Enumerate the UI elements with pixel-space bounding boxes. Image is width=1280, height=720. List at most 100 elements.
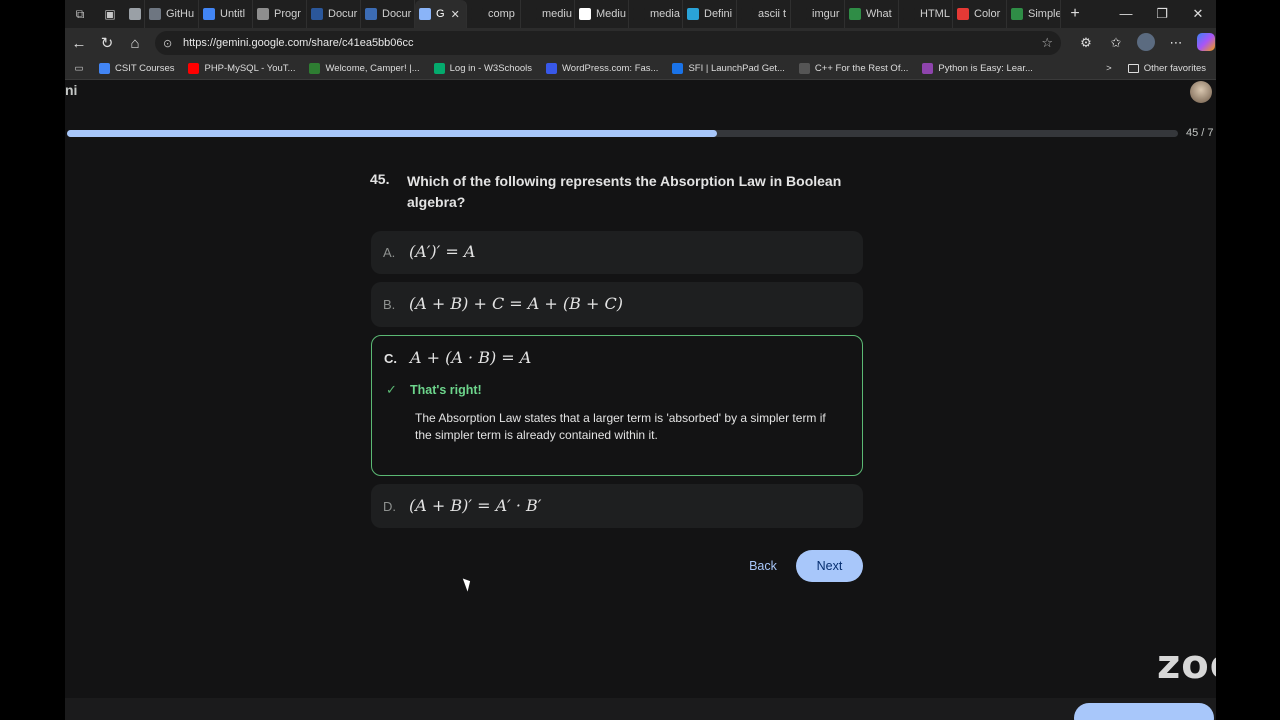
tab-16[interactable]: Color [953, 0, 1007, 28]
restore-icon[interactable]: ❐ [1144, 6, 1180, 22]
tab-11[interactable]: Defini [683, 0, 737, 28]
tab-label: Progr [274, 8, 301, 20]
profile-icon[interactable] [1131, 32, 1161, 54]
next-button[interactable]: Next [796, 550, 863, 582]
tab-label: mediu [542, 8, 572, 20]
explanation-text: The Absorption Law states that a larger … [415, 411, 826, 442]
address-bar-row: ← ↻ ⌂ ⊙ https://gemini.google.com/share/… [65, 28, 1216, 58]
bookmark-label: PHP-MySQL - YouT... [204, 63, 296, 74]
extensions-icon[interactable]: ⚙ [1071, 35, 1101, 51]
tab-1[interactable]: GitHu [145, 0, 199, 28]
tab-7[interactable]: comp [467, 0, 521, 28]
bookmark-item[interactable]: C++ For the Rest Of... [798, 63, 908, 74]
tab-close-icon[interactable]: ✕ [451, 8, 460, 21]
toolbar-icons: ⚙ ✩ ⋯ [1071, 28, 1216, 58]
tab-favicon-icon [525, 8, 537, 20]
bookmarks-overflow-icon[interactable]: > [1106, 63, 1112, 74]
home-icon[interactable]: ⌂ [121, 35, 149, 52]
bookmark-item[interactable]: CSIT Courses [99, 63, 174, 74]
bottom-strip [65, 698, 1216, 720]
copilot-icon[interactable] [1191, 32, 1216, 54]
tab-9[interactable]: Mediu [575, 0, 629, 28]
progress-label: 45 / 7 [1186, 127, 1214, 139]
bookmark-label: Python is Easy: Lear... [938, 63, 1033, 74]
tab-0[interactable] [125, 0, 145, 28]
favorite-star-icon[interactable]: ☆ [1041, 35, 1053, 51]
bookmarks-toggle-icon[interactable]: ▭ [67, 63, 91, 74]
tab-list: GitHu Untitl Progr Docur Docur G ✕ comp mediu Med… [125, 0, 1061, 28]
option-letter: D. [383, 499, 396, 514]
bookmark-favicon-icon [309, 63, 321, 74]
gemini-page: ni 45 / 7 45. Which of the following rep… [65, 80, 1216, 720]
tab-13[interactable]: imgur [791, 0, 845, 28]
option-d[interactable]: D. (A + B)′ = A′ · B′ [371, 484, 863, 528]
tab-favicon-icon [849, 8, 861, 20]
check-icon: ✓ [386, 382, 397, 397]
other-favorites[interactable]: Other favorites [1127, 63, 1206, 74]
tab-2[interactable]: Untitl [199, 0, 253, 28]
tab-15[interactable]: HTML [899, 0, 953, 28]
favorites-icon[interactable]: ✩ [1101, 35, 1131, 51]
tab-favicon-icon [365, 8, 377, 20]
tab-label: Untitl [220, 8, 246, 20]
folder-icon [1127, 64, 1139, 73]
option-letter: B. [383, 297, 396, 312]
option-b[interactable]: B. (A + B) + C = A + (B + C) [371, 282, 863, 327]
more-menu-icon[interactable]: ⋯ [1161, 35, 1191, 51]
option-formula: (A + B) + C = A + (B + C) [409, 294, 623, 313]
bookmark-item[interactable]: WordPress.com: Fas... [546, 63, 658, 74]
tab-5[interactable]: Docur [361, 0, 415, 28]
bookmark-item[interactable]: Log in - W3Schools [433, 63, 532, 74]
tab-actions-icon[interactable]: ▣ [95, 0, 125, 28]
tab-17[interactable]: Simple [1007, 0, 1061, 28]
option-letter: A. [383, 245, 396, 260]
workspaces-icon[interactable]: ⧉ [65, 0, 95, 28]
option-a[interactable]: A. (A′)′ = A [371, 231, 863, 274]
bookmark-item[interactable]: PHP-MySQL - YouT... [188, 63, 295, 74]
bookmark-label: WordPress.com: Fas... [562, 63, 659, 74]
bookmark-item[interactable]: SFI | LaunchPad Get... [672, 63, 785, 74]
address-bar[interactable]: ⊙ https://gemini.google.com/share/c41ea5… [155, 31, 1061, 55]
option-letter: C. [384, 351, 397, 366]
bookmark-favicon-icon [798, 63, 810, 74]
bookmark-item[interactable]: Python is Easy: Lear... [922, 63, 1033, 74]
bookmark-label: Welcome, Camper! |... [325, 63, 420, 74]
tab-label: What [866, 8, 892, 20]
tab-favicon-icon [311, 8, 323, 20]
url-text[interactable]: https://gemini.google.com/share/c41ea5bb… [183, 37, 414, 49]
tab-6[interactable]: G ✕ [415, 0, 467, 28]
close-window-icon[interactable]: ✕ [1180, 6, 1216, 22]
tab-favicon-icon [471, 8, 483, 20]
zoom-watermark: zoom [1157, 642, 1216, 688]
minimize-icon[interactable]: — [1108, 6, 1144, 22]
tab-label: media [650, 8, 680, 20]
tab-14[interactable]: What [845, 0, 899, 28]
avatar[interactable] [1190, 81, 1212, 103]
other-favorites-label: Other favorites [1143, 63, 1206, 74]
bottom-action-pill[interactable] [1074, 703, 1214, 720]
tab-10[interactable]: media [629, 0, 683, 28]
back-nav-icon[interactable]: ← [65, 35, 93, 52]
tab-4[interactable]: Docur [307, 0, 361, 28]
option-formula: (A′)′ = A [409, 242, 476, 261]
tab-3[interactable]: Progr [253, 0, 307, 28]
bookmark-favicon-icon [188, 63, 200, 74]
tab-label: imgur [812, 8, 840, 20]
tab-favicon-icon [129, 8, 141, 20]
tab-12[interactable]: ascii t [737, 0, 791, 28]
site-info-icon[interactable]: ⊙ [163, 37, 175, 50]
reload-icon[interactable]: ↻ [93, 34, 121, 52]
feedback-title: That's right! [410, 383, 482, 397]
tab-8[interactable]: mediu [521, 0, 575, 28]
tab-label: Color [974, 8, 1001, 20]
new-tab-button[interactable]: + [1063, 5, 1087, 23]
quiz-progress-bar [67, 130, 1178, 137]
bookmark-item[interactable]: Welcome, Camper! |... [309, 63, 420, 74]
tab-favicon-icon [419, 8, 431, 20]
tab-favicon-icon [795, 8, 807, 20]
tab-label: Defini [704, 8, 733, 20]
tab-label: Docur [382, 8, 412, 20]
tab-label: comp [488, 8, 515, 20]
option-c-correct[interactable]: C. A + (A · B) = A ✓ That's right! The A… [371, 335, 863, 476]
back-button[interactable]: Back [733, 550, 793, 582]
